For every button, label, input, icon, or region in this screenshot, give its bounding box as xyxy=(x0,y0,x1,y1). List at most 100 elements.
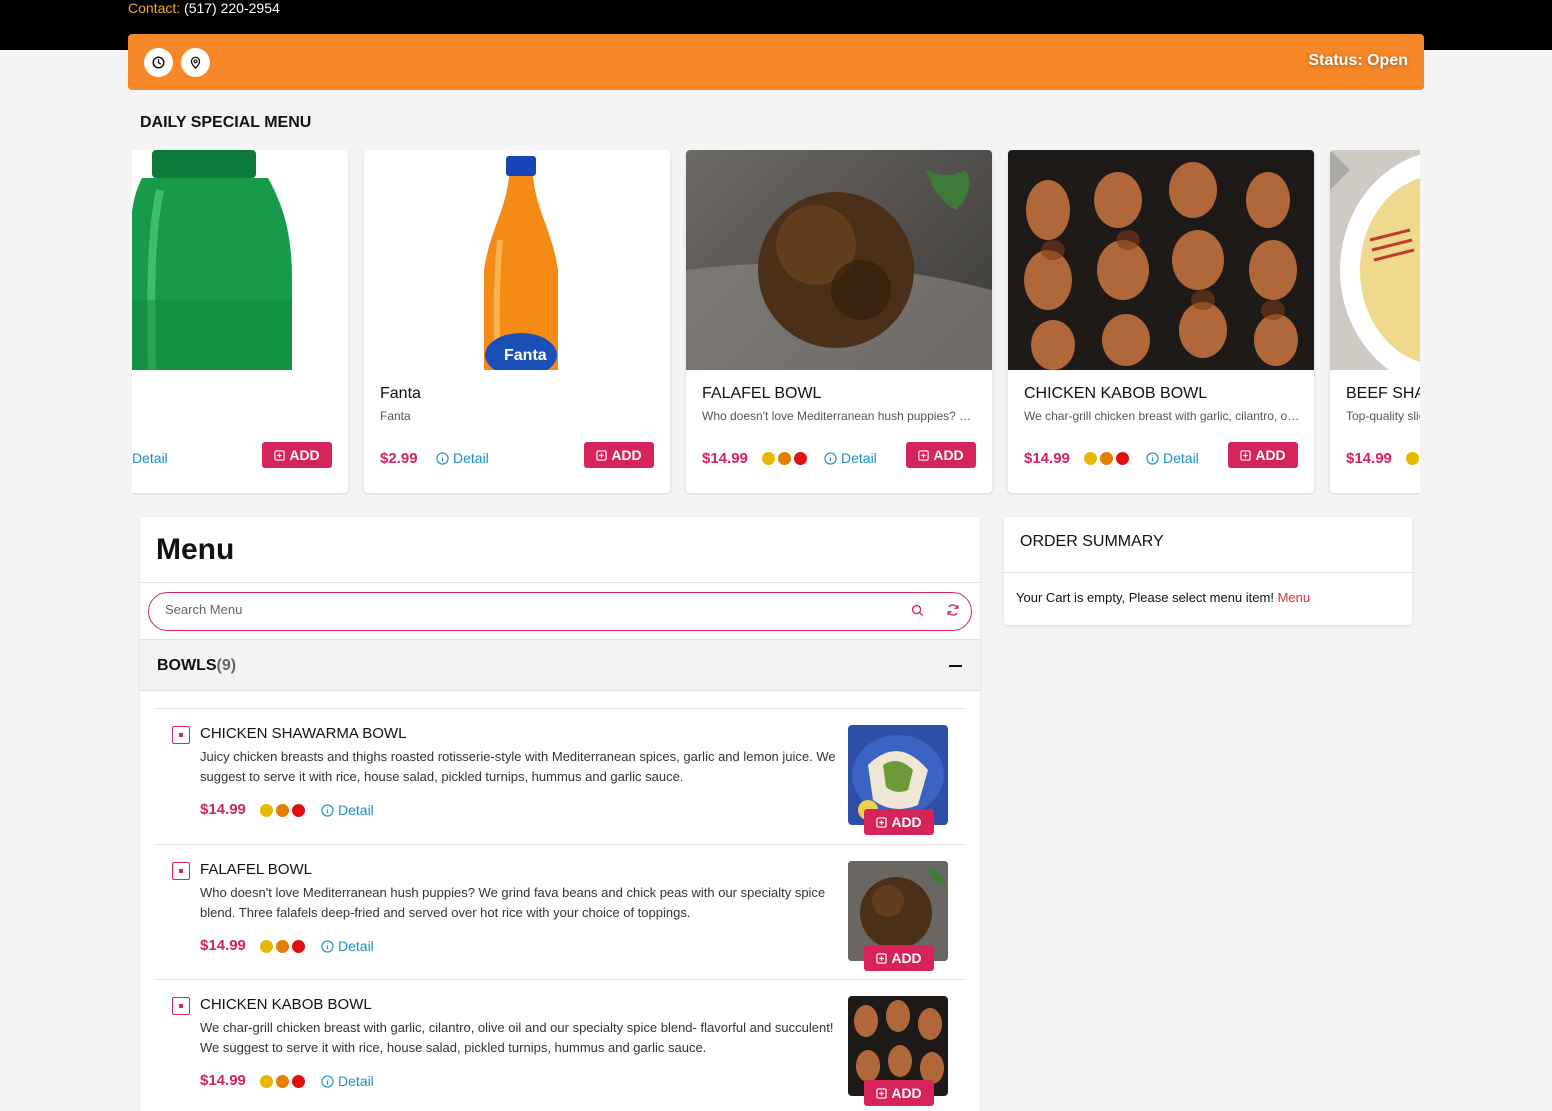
add-button[interactable]: ADD xyxy=(864,1080,934,1106)
spice-dot-medium xyxy=(276,940,289,953)
clock-icon xyxy=(152,56,165,69)
info-icon xyxy=(1146,451,1159,465)
item-name: FALAFEL BOWL xyxy=(702,385,822,402)
order-summary-title: ORDER SUMMARY xyxy=(1020,533,1164,550)
spice-dot-mild xyxy=(260,940,273,953)
empty-cart-message: Your Cart is empty, Please select menu i… xyxy=(1016,590,1310,605)
category-header-bowls[interactable]: BOWLS(9) xyxy=(140,639,980,691)
info-icon xyxy=(824,451,837,465)
item-type-marker xyxy=(172,997,190,1015)
detail-link[interactable]: Detail xyxy=(824,450,877,466)
add-button[interactable]: ADD xyxy=(1228,442,1298,468)
item-price: $14.99 xyxy=(200,1072,246,1089)
plus-square-icon xyxy=(918,449,930,461)
plus-square-icon xyxy=(274,449,286,461)
svg-text:Fanta: Fanta xyxy=(504,347,547,364)
spice-level xyxy=(1406,452,1419,465)
add-button[interactable]: ADD xyxy=(584,442,654,468)
special-card: BEEF SHAWARMA BOWL Top-quality slices of… xyxy=(1330,150,1420,493)
add-label: ADD xyxy=(891,814,922,830)
detail-label: Detail xyxy=(453,450,489,466)
item-desc: Juicy chicken breasts and thighs roasted… xyxy=(200,749,836,784)
refresh-icon[interactable] xyxy=(946,603,960,622)
spice-dot-hot xyxy=(1116,452,1129,465)
empty-cart-text: Your Cart is empty, Please select menu i… xyxy=(1016,590,1274,605)
detail-label: Detail xyxy=(132,450,168,466)
plus-square-icon xyxy=(876,1087,888,1099)
detail-link[interactable]: Detail xyxy=(321,1073,374,1089)
plus-square-icon xyxy=(596,449,608,461)
info-icon xyxy=(321,803,334,817)
collapse-icon[interactable] xyxy=(949,665,962,667)
falafel-image xyxy=(686,150,992,370)
item-desc: Who doesn't love Mediterranean hush pupp… xyxy=(702,409,978,423)
item-name: CHICKEN SHAWARMA BOWL xyxy=(200,725,407,742)
item-desc: Who doesn't love Mediterranean hush pupp… xyxy=(200,885,826,920)
plus-square-icon xyxy=(876,952,888,964)
spice-dot-hot xyxy=(292,940,305,953)
search-icon[interactable] xyxy=(911,604,924,622)
add-button[interactable]: ADD xyxy=(262,442,332,468)
detail-link[interactable]: Detail xyxy=(1146,450,1199,466)
hours-button[interactable] xyxy=(144,48,173,77)
detail-label: Detail xyxy=(338,1073,374,1089)
detail-link[interactable]: Detail xyxy=(132,450,168,466)
category-name: BOWLS xyxy=(157,657,217,674)
menu-panel: Menu BOWLS(9) CHICKEN SHAWARMA BOWL Juic… xyxy=(140,517,980,1111)
item-name: CHICKEN KABOB BOWL xyxy=(1024,385,1208,402)
special-card: FALAFEL BOWL Who doesn't love Mediterran… xyxy=(686,150,992,493)
info-icon xyxy=(436,451,449,465)
daily-special-title: DAILY SPECIAL MENU xyxy=(140,114,312,131)
menu-link[interactable]: Menu xyxy=(1278,590,1311,605)
divider xyxy=(1004,572,1412,573)
detail-link[interactable]: Detail xyxy=(321,938,374,954)
item-desc: Fanta xyxy=(380,409,411,423)
spice-dot-mild xyxy=(1084,452,1097,465)
add-button[interactable]: ADD xyxy=(906,442,976,468)
special-card: Fanta Fanta Fanta $2.99 Detail ADD xyxy=(364,150,670,493)
add-label: ADD xyxy=(933,447,964,463)
category-count: (9) xyxy=(216,657,237,674)
beef-shawarma-image xyxy=(1330,150,1420,386)
spice-level xyxy=(260,1075,305,1088)
add-label: ADD xyxy=(891,950,922,966)
item-price: $14.99 xyxy=(1024,450,1070,467)
item-name: FALAFEL BOWL xyxy=(200,861,312,878)
store-status: Status: Open xyxy=(1308,52,1408,69)
menu-item: CHICKEN KABOB BOWL We char-grill chicken… xyxy=(155,979,965,1111)
spice-dot-mild xyxy=(260,804,273,817)
item-desc: Top-quality slices of beef xyxy=(1346,409,1420,423)
spice-dot-mild xyxy=(260,1075,273,1088)
contact-phone[interactable]: (517) 220-2954 xyxy=(184,0,280,16)
item-name: Fanta xyxy=(380,385,421,402)
special-card: Detail ADD xyxy=(132,150,348,493)
detail-label: Detail xyxy=(338,802,374,818)
spice-level xyxy=(260,940,305,953)
item-name: BEEF SHAWARMA BOWL xyxy=(1346,385,1420,402)
spice-dot-mild xyxy=(762,452,775,465)
detail-label: Detail xyxy=(841,450,877,466)
location-button[interactable] xyxy=(181,48,210,77)
chicken-kabob-image xyxy=(1008,150,1314,370)
contact-label: Contact: xyxy=(128,0,181,16)
spice-dot-mild xyxy=(1406,452,1419,465)
location-pin-icon xyxy=(190,56,201,69)
spice-dot-medium xyxy=(778,452,791,465)
spice-dot-medium xyxy=(276,804,289,817)
item-price: $2.99 xyxy=(380,450,418,467)
status-bar: Status: Open xyxy=(128,34,1424,90)
info-icon xyxy=(321,939,334,953)
spice-level xyxy=(260,804,305,817)
search-input[interactable] xyxy=(165,602,865,617)
info-icon xyxy=(321,1074,334,1088)
spice-dot-hot xyxy=(292,804,305,817)
sprite-bottle-image xyxy=(132,150,348,371)
menu-item: FALAFEL BOWL Who doesn't love Mediterran… xyxy=(155,844,965,980)
daily-special-carousel[interactable]: Detail ADD Fanta Fanta Fanta $2.99 Detai… xyxy=(132,150,1420,495)
add-button[interactable]: ADD xyxy=(864,809,934,835)
detail-link[interactable]: Detail xyxy=(321,802,374,818)
add-label: ADD xyxy=(289,447,320,463)
item-desc: We char-grill chicken breast with garlic… xyxy=(1024,409,1300,423)
detail-link[interactable]: Detail xyxy=(436,450,489,466)
add-button[interactable]: ADD xyxy=(864,945,934,971)
